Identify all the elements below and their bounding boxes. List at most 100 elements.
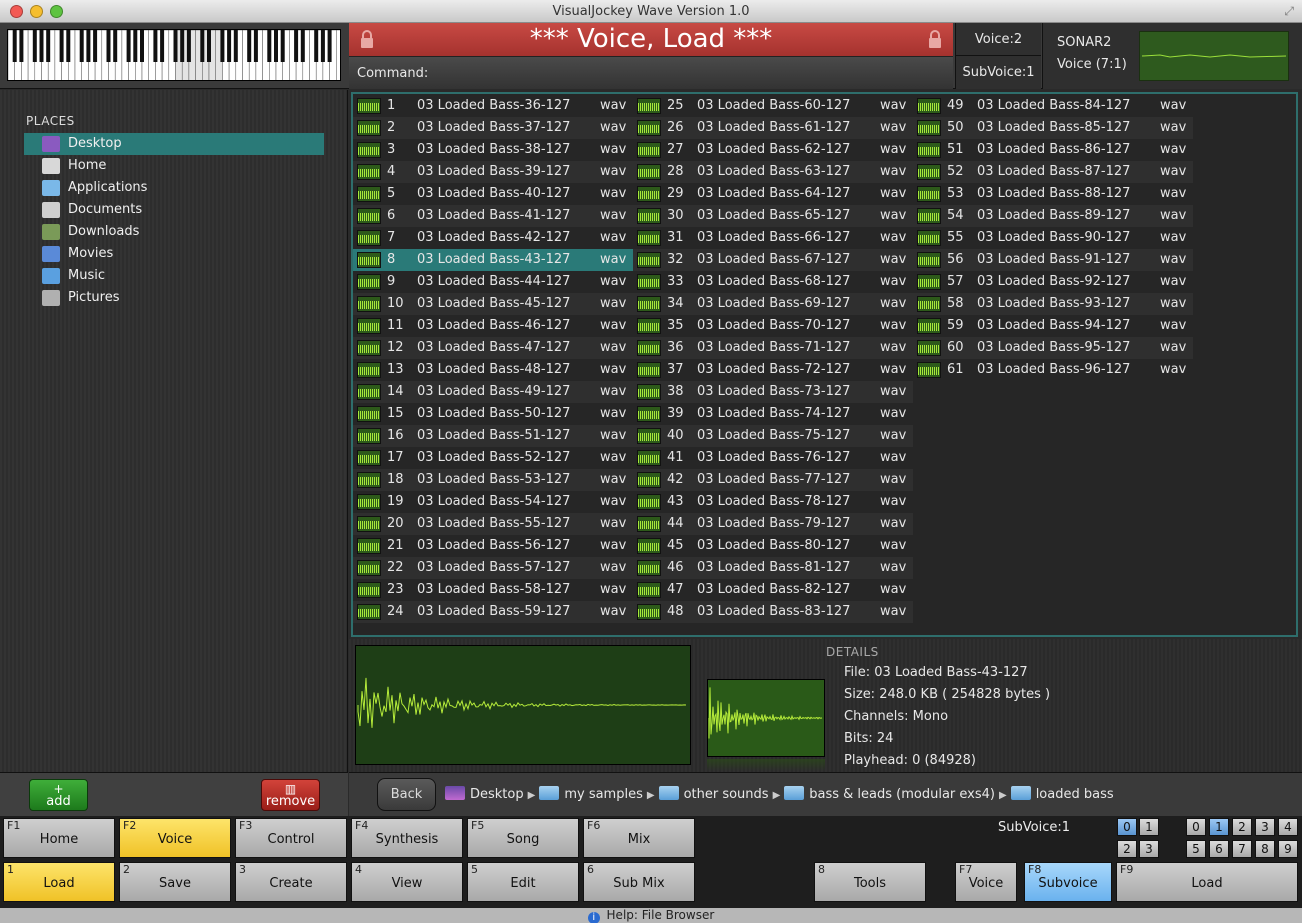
lock-icon[interactable] [359, 30, 375, 48]
file-row[interactable]: 52 03 Loaded Bass-87-127 wav [913, 161, 1193, 183]
black-key[interactable] [207, 30, 211, 62]
subvoice-number-button[interactable]: 9 [1278, 840, 1298, 858]
subvoice-number-button[interactable]: 3 [1139, 840, 1159, 858]
file-row[interactable]: 15 03 Loaded Bass-50-127 wav [353, 403, 633, 425]
file-row[interactable]: 45 03 Loaded Bass-80-127 wav [633, 535, 913, 557]
file-row[interactable]: 39 03 Loaded Bass-74-127 wav [633, 403, 913, 425]
file-row[interactable]: 7 03 Loaded Bass-42-127 wav [353, 227, 633, 249]
subvoice-number-button[interactable]: 3 [1255, 818, 1275, 836]
zoom-window-button[interactable] [50, 5, 63, 18]
fkey-tools-button[interactable]: 8 Tools [814, 862, 926, 902]
file-row[interactable]: 61 03 Loaded Bass-96-127 wav [913, 359, 1193, 381]
file-row[interactable]: 60 03 Loaded Bass-95-127 wav [913, 337, 1193, 359]
minimize-window-button[interactable] [30, 5, 43, 18]
black-key[interactable] [79, 30, 84, 62]
black-key[interactable] [280, 30, 285, 62]
file-row[interactable]: 36 03 Loaded Bass-71-127 wav [633, 337, 913, 359]
black-key[interactable] [126, 30, 131, 62]
sidebar-item-desktop[interactable]: Desktop [24, 133, 324, 155]
file-row[interactable]: 50 03 Loaded Bass-85-127 wav [913, 117, 1193, 139]
black-key[interactable] [113, 30, 118, 62]
black-key[interactable] [93, 30, 98, 62]
subvoice-number-button[interactable]: 7 [1232, 840, 1252, 858]
lock-icon[interactable] [927, 30, 943, 48]
sidebar-item-home[interactable]: Home [24, 155, 324, 177]
fkey-subvoice-button[interactable]: F8 Subvoice [1024, 862, 1112, 902]
black-key[interactable] [66, 30, 71, 62]
close-window-button[interactable] [10, 5, 23, 18]
file-row[interactable]: 37 03 Loaded Bass-72-127 wav [633, 359, 913, 381]
fkey-load-button[interactable]: F9 Load [1116, 862, 1298, 902]
subvoice-number-button[interactable]: 8 [1255, 840, 1275, 858]
file-row[interactable]: 34 03 Loaded Bass-69-127 wav [633, 293, 913, 315]
file-row[interactable]: 20 03 Loaded Bass-55-127 wav [353, 513, 633, 535]
file-row[interactable]: 6 03 Loaded Bass-41-127 wav [353, 205, 633, 227]
waveform-display[interactable] [355, 645, 691, 765]
file-row[interactable]: 40 03 Loaded Bass-75-127 wav [633, 425, 913, 447]
fkey-voice-button[interactable]: F2 Voice [119, 818, 231, 858]
breadcrumb-item[interactable]: Desktop [445, 773, 524, 817]
file-row[interactable]: 27 03 Loaded Bass-62-127 wav [633, 139, 913, 161]
black-key[interactable] [320, 30, 325, 62]
file-row[interactable]: 19 03 Loaded Bass-54-127 wav [353, 491, 633, 513]
fkey-view-button[interactable]: 4 View [351, 862, 463, 902]
black-key[interactable] [32, 30, 37, 62]
breadcrumb-item[interactable]: bass & leads (modular exs4) [784, 773, 995, 817]
fkey-home-button[interactable]: F1 Home [3, 818, 115, 858]
breadcrumb-item[interactable]: loaded bass [1010, 773, 1114, 817]
file-row[interactable]: 44 03 Loaded Bass-79-127 wav [633, 513, 913, 535]
file-row[interactable]: 3 03 Loaded Bass-38-127 wav [353, 139, 633, 161]
fkey-create-button[interactable]: 3 Create [235, 862, 347, 902]
command-line[interactable]: Command: [349, 56, 953, 89]
file-row[interactable]: 41 03 Loaded Bass-76-127 wav [633, 447, 913, 469]
black-key[interactable] [86, 30, 91, 62]
file-row[interactable]: 43 03 Loaded Bass-78-127 wav [633, 491, 913, 513]
fkey-mix-button[interactable]: F6 Mix [583, 818, 695, 858]
file-row[interactable]: 46 03 Loaded Bass-81-127 wav [633, 557, 913, 579]
subvoice-number-button[interactable]: 5 [1186, 840, 1206, 858]
black-key[interactable] [106, 30, 111, 62]
file-row[interactable]: 8 03 Loaded Bass-43-127 wav [353, 249, 633, 271]
subvoice-number-button[interactable]: 6 [1209, 840, 1229, 858]
file-row[interactable]: 56 03 Loaded Bass-91-127 wav [913, 249, 1193, 271]
subvoice-number-button[interactable]: 1 [1209, 818, 1229, 836]
black-key[interactable] [200, 30, 205, 62]
file-row[interactable]: 33 03 Loaded Bass-68-127 wav [633, 271, 913, 293]
fullscreen-icon[interactable]: ⤢ [1284, 3, 1294, 19]
file-row[interactable]: 16 03 Loaded Bass-51-127 wav [353, 425, 633, 447]
file-row[interactable]: 28 03 Loaded Bass-63-127 wav [633, 161, 913, 183]
black-key[interactable] [46, 30, 51, 62]
file-row[interactable]: 38 03 Loaded Bass-73-127 wav [633, 381, 913, 403]
file-row[interactable]: 5 03 Loaded Bass-40-127 wav [353, 183, 633, 205]
black-key[interactable] [220, 30, 225, 62]
file-row[interactable]: 24 03 Loaded Bass-59-127 wav [353, 601, 633, 623]
sidebar-item-music[interactable]: Music [24, 265, 324, 287]
file-row[interactable]: 42 03 Loaded Bass-77-127 wav [633, 469, 913, 491]
black-key[interactable] [133, 30, 138, 62]
fkey-synthesis-button[interactable]: F4 Synthesis [351, 818, 463, 858]
file-row[interactable]: 30 03 Loaded Bass-65-127 wav [633, 205, 913, 227]
file-row[interactable]: 17 03 Loaded Bass-52-127 wav [353, 447, 633, 469]
sidebar-item-movies[interactable]: Movies [24, 243, 324, 265]
black-key[interactable] [186, 30, 191, 62]
black-key[interactable] [274, 30, 278, 62]
black-key[interactable] [59, 30, 64, 62]
breadcrumb-item[interactable]: other sounds [658, 773, 769, 817]
fkey-control-button[interactable]: F3 Control [235, 818, 347, 858]
black-key[interactable] [153, 30, 158, 62]
black-key[interactable] [294, 30, 299, 62]
fkey-song-button[interactable]: F5 Song [467, 818, 579, 858]
file-row[interactable]: 2 03 Loaded Bass-37-127 wav [353, 117, 633, 139]
sidebar-item-documents[interactable]: Documents [24, 199, 324, 221]
subvoice-number-button[interactable]: 2 [1117, 840, 1137, 858]
file-row[interactable]: 14 03 Loaded Bass-49-127 wav [353, 381, 633, 403]
black-key[interactable] [267, 30, 272, 62]
sidebar-item-downloads[interactable]: Downloads [24, 221, 324, 243]
add-place-button[interactable]: + add [29, 779, 88, 811]
file-row[interactable]: 18 03 Loaded Bass-53-127 wav [353, 469, 633, 491]
remove-place-button[interactable]: ▥ remove [261, 779, 320, 811]
file-row[interactable]: 25 03 Loaded Bass-60-127 wav [633, 95, 913, 117]
piano-keyboard[interactable] [7, 29, 341, 81]
black-key[interactable] [140, 30, 144, 62]
file-row[interactable]: 13 03 Loaded Bass-48-127 wav [353, 359, 633, 381]
